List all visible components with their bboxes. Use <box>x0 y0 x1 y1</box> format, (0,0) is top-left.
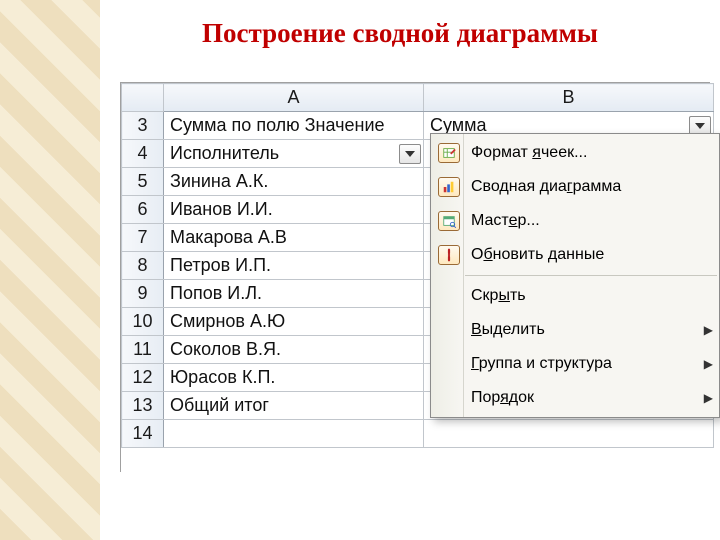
corner-cell[interactable] <box>122 84 164 112</box>
row-header[interactable]: 8 <box>122 252 164 280</box>
menu-separator <box>465 275 717 276</box>
row-header[interactable]: 12 <box>122 364 164 392</box>
pivot-chart-icon <box>435 173 463 201</box>
wizard-icon <box>435 207 463 235</box>
row-header[interactable]: 6 <box>122 196 164 224</box>
menu-item[interactable]: Сводная диаграмма <box>431 170 719 204</box>
cell[interactable]: Смирнов А.Ю <box>164 308 424 336</box>
row-header[interactable]: 11 <box>122 336 164 364</box>
cell[interactable]: Попов И.Л. <box>164 280 424 308</box>
refresh-icon <box>435 241 463 269</box>
submenu-arrow-icon: ▶ <box>703 357 713 371</box>
menu-item-label: Обновить данные <box>471 246 703 264</box>
field-dropdown-button[interactable] <box>399 144 421 164</box>
cell[interactable]: Общий итог <box>164 392 424 420</box>
menu-item[interactable]: Скрыть <box>431 279 719 313</box>
menu-item-label: Порядок <box>471 389 703 407</box>
submenu-arrow-icon: ▶ <box>703 391 713 405</box>
column-header-A[interactable]: A <box>164 84 424 112</box>
submenu-arrow-icon: ▶ <box>703 323 713 337</box>
cell[interactable]: Сумма по полю Значение <box>164 112 424 140</box>
cell[interactable]: Макарова А.В <box>164 224 424 252</box>
format-cells-icon <box>435 139 463 167</box>
cell[interactable]: Петров И.П. <box>164 252 424 280</box>
slide-title: Построение сводной диаграммы <box>120 18 680 49</box>
menu-item-label: Мастер... <box>471 212 703 230</box>
menu-item-label: Выделить <box>471 321 703 339</box>
row-header[interactable]: 14 <box>122 420 164 448</box>
cell[interactable]: Исполнитель <box>164 140 424 168</box>
menu-item-label: Скрыть <box>471 287 703 305</box>
context-menu: Формат ячеек... Сводная диаграмма Мастер..… <box>430 133 720 418</box>
menu-item-label: Формат ячеек... <box>471 144 703 162</box>
row-header[interactable]: 10 <box>122 308 164 336</box>
decorative-side-pattern <box>0 0 100 540</box>
menu-item[interactable]: Мастер... <box>431 204 719 238</box>
menu-item[interactable]: Порядок▶ <box>431 381 719 415</box>
row-header[interactable]: 4 <box>122 140 164 168</box>
row-header[interactable]: 7 <box>122 224 164 252</box>
row-header[interactable]: 13 <box>122 392 164 420</box>
cell[interactable]: Юрасов К.П. <box>164 364 424 392</box>
cell[interactable]: Иванов И.И. <box>164 196 424 224</box>
cell[interactable]: Соколов В.Я. <box>164 336 424 364</box>
menu-item-label: Группа и структура <box>471 355 703 373</box>
menu-icon-empty <box>435 316 463 344</box>
menu-icon-empty <box>435 350 463 378</box>
menu-item[interactable]: Формат ячеек... <box>431 136 719 170</box>
column-header-B[interactable]: B <box>424 84 714 112</box>
menu-icon-empty <box>435 384 463 412</box>
menu-item[interactable]: Группа и структура▶ <box>431 347 719 381</box>
row-header[interactable]: 9 <box>122 280 164 308</box>
cell[interactable] <box>164 420 424 448</box>
menu-item[interactable]: Обновить данные <box>431 238 719 272</box>
menu-item-label: Сводная диаграмма <box>471 178 703 196</box>
cell[interactable]: Зинина А.К. <box>164 168 424 196</box>
menu-icon-empty <box>435 282 463 310</box>
row-header[interactable]: 3 <box>122 112 164 140</box>
row-header[interactable]: 5 <box>122 168 164 196</box>
menu-item[interactable]: Выделить▶ <box>431 313 719 347</box>
cell[interactable] <box>424 420 714 448</box>
